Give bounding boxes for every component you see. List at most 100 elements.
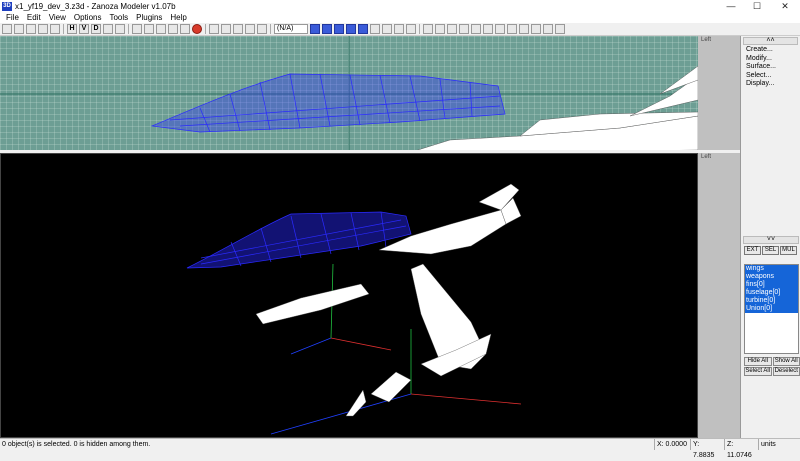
units-label: units (758, 439, 800, 450)
pyramid-icon[interactable] (180, 24, 190, 34)
toolbar-separator (205, 24, 206, 34)
cube-icon[interactable] (132, 24, 142, 34)
shade-texture-icon[interactable] (358, 24, 368, 34)
select-all-button[interactable]: Select All (744, 367, 772, 376)
select-rect-icon[interactable] (423, 24, 433, 34)
vertex-icon[interactable] (447, 24, 457, 34)
face-icon[interactable] (471, 24, 481, 34)
status-bar: 0 object(s) is selected. 0 is hidden amo… (0, 438, 800, 450)
new-file-icon[interactable] (2, 24, 12, 34)
split-icon[interactable] (531, 24, 541, 34)
toolbar-separator (419, 24, 420, 34)
list-item[interactable]: weapons (745, 273, 798, 281)
snap-icon[interactable] (507, 24, 517, 34)
app-icon: 3D (2, 2, 12, 11)
mode-combo[interactable]: (N/A) (274, 24, 308, 34)
menu-edit[interactable]: Edit (23, 12, 45, 23)
shade-wire-icon[interactable] (334, 24, 344, 34)
deselect-button[interactable]: Deselect (773, 367, 800, 376)
zoom-icon[interactable] (209, 24, 219, 34)
toolbar-separator (270, 24, 271, 34)
list-item[interactable]: Union[0] (745, 305, 798, 313)
list-item[interactable]: fins[0] (745, 281, 798, 289)
close-button[interactable]: ✕ (770, 0, 800, 12)
group-icon[interactable] (495, 24, 505, 34)
ext-button[interactable]: EXT (744, 246, 761, 255)
lamp-icon[interactable] (406, 24, 416, 34)
list-item[interactable]: fuselage[0] (745, 289, 798, 297)
toolbar-separator (63, 24, 64, 34)
refresh-icon[interactable] (50, 24, 60, 34)
shade-point-icon[interactable] (346, 24, 356, 34)
panel-display[interactable]: Display... (746, 80, 800, 89)
rotate-icon[interactable] (233, 24, 243, 34)
title-bar: 3D x1_yf19_dev_3.z3d - Zanoza Modeler v1… (0, 0, 800, 12)
mul-button[interactable]: MUL (780, 246, 797, 255)
sel-button[interactable]: SEL (762, 246, 779, 255)
save-file-icon[interactable] (26, 24, 36, 34)
status-message: 0 object(s) is selected. 0 is hidden amo… (0, 441, 654, 448)
toolbar-separator (128, 24, 129, 34)
texture-icon[interactable] (370, 24, 380, 34)
camera-icon[interactable] (394, 24, 404, 34)
viewport-bottom-side: Left (698, 153, 740, 438)
select-lasso-icon[interactable] (435, 24, 445, 34)
command-panel: ˄˄ Create... Modify... Surface... Select… (740, 36, 800, 438)
menu-file[interactable]: File (2, 12, 23, 23)
render-icon[interactable] (38, 24, 48, 34)
mirror-icon[interactable] (245, 24, 255, 34)
panel-expand-button[interactable]: ˅˅ (743, 236, 799, 244)
maximize-button[interactable]: ☐ (744, 0, 770, 12)
window-title: x1_yf19_dev_3.z3d - Zanoza Modeler v1.07… (15, 2, 176, 11)
panel-select[interactable]: Select... (746, 72, 800, 81)
cursor-icon[interactable] (103, 24, 113, 34)
grid-icon[interactable] (519, 24, 529, 34)
list-item[interactable]: wings (745, 265, 798, 273)
panel-collapse-button[interactable]: ˄˄ (743, 37, 798, 45)
edge-icon[interactable] (459, 24, 469, 34)
show-all-button[interactable]: Show All (773, 357, 800, 366)
list-item[interactable]: turbine[0] (745, 297, 798, 305)
menu-tools[interactable]: Tools (105, 12, 132, 23)
panel-menu: Create... Modify... Surface... Select...… (741, 46, 800, 89)
viewport-top[interactable] (0, 36, 698, 150)
cone-icon[interactable] (168, 24, 178, 34)
object-list[interactable]: wings weapons fins[0] fuselage[0] turbin… (744, 264, 799, 354)
view-h-button[interactable]: H (67, 24, 77, 34)
coord-y: Y: 7.8835 (690, 439, 724, 450)
menu-options[interactable]: Options (70, 12, 106, 23)
shade-flat-icon[interactable] (310, 24, 320, 34)
view-d-button[interactable]: D (91, 24, 101, 34)
shade-smooth-icon[interactable] (322, 24, 332, 34)
viewport-top-canvas (0, 36, 698, 150)
view-v-button[interactable]: V (79, 24, 89, 34)
pan-icon[interactable] (221, 24, 231, 34)
scale-icon[interactable] (257, 24, 267, 34)
object-icon[interactable] (483, 24, 493, 34)
minimize-button[interactable]: — (718, 0, 744, 12)
light-icon[interactable] (382, 24, 392, 34)
viewport-top-side-label: Left (698, 36, 740, 43)
viewport-bottom-side-label: Left (698, 153, 740, 160)
viewport-perspective[interactable] (0, 153, 698, 438)
extrude-icon[interactable] (555, 24, 565, 34)
hide-all-button[interactable]: Hide All (744, 357, 772, 366)
canopy-mesh-persp (187, 212, 411, 268)
menu-view[interactable]: View (45, 12, 70, 23)
menu-bar: File Edit View Options Tools Plugins Hel… (0, 12, 800, 23)
open-file-icon[interactable] (14, 24, 24, 34)
panel-modify[interactable]: Modify... (746, 55, 800, 64)
sphere-icon[interactable] (192, 24, 202, 34)
box-icon[interactable] (144, 24, 154, 34)
arrange-icon[interactable] (115, 24, 125, 34)
coord-z: Z: 11.0746 (724, 439, 758, 450)
menu-help[interactable]: Help (166, 12, 190, 23)
weld-icon[interactable] (543, 24, 553, 34)
cylinder-icon[interactable] (156, 24, 166, 34)
list-buttons: Hide All Show All Select All Deselect (744, 357, 800, 376)
mode-buttons: EXT SEL MUL (744, 246, 797, 255)
menu-plugins[interactable]: Plugins (132, 12, 166, 23)
viewport-top-side: Left (698, 36, 740, 150)
panel-surface[interactable]: Surface... (746, 63, 800, 72)
panel-create[interactable]: Create... (746, 46, 800, 55)
